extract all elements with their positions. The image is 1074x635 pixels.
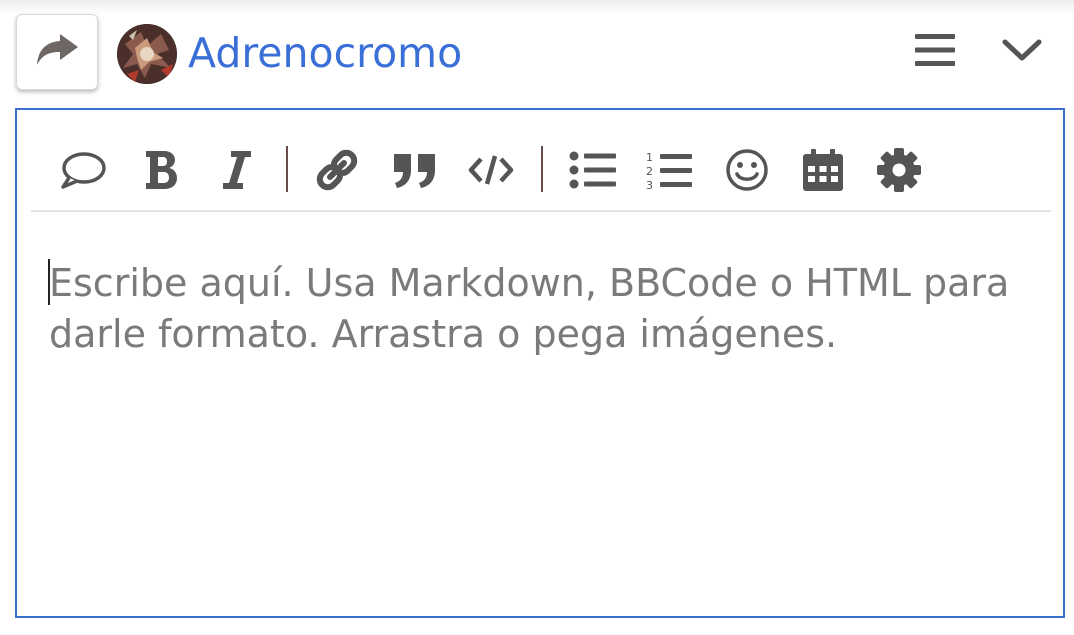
calendar-icon — [802, 148, 844, 192]
options-button[interactable] — [871, 144, 927, 196]
chevron-down-icon — [1002, 38, 1042, 66]
speech-bubble-icon — [59, 150, 107, 190]
reply-textarea[interactable] — [49, 258, 1039, 598]
collapse-button[interactable] — [996, 28, 1048, 76]
bulleted-list-icon — [569, 150, 617, 190]
composer-editor: 1 2 3 — [15, 108, 1065, 618]
svg-text:1: 1 — [646, 151, 653, 164]
emoji-icon — [725, 148, 769, 192]
toolbar-divider — [286, 146, 288, 192]
top-shadow — [0, 0, 1074, 14]
reply-share-icon — [33, 30, 81, 74]
bold-button[interactable] — [133, 144, 189, 196]
link-icon — [314, 147, 360, 193]
menu-button[interactable] — [910, 28, 960, 76]
hamburger-menu-icon — [915, 33, 955, 71]
reply-button[interactable] — [16, 14, 98, 90]
numbered-list-button[interactable]: 1 2 3 — [641, 144, 697, 196]
bold-icon — [143, 149, 179, 191]
svg-text:2: 2 — [646, 165, 653, 178]
numbered-list-icon: 1 2 3 — [645, 149, 693, 191]
date-button[interactable] — [795, 144, 851, 196]
link-button[interactable] — [309, 144, 365, 196]
italic-button[interactable] — [209, 144, 265, 196]
code-button[interactable] — [463, 144, 519, 196]
avatar[interactable] — [117, 24, 177, 84]
emoji-button[interactable] — [719, 144, 775, 196]
gear-icon — [876, 147, 922, 193]
bulleted-list-button[interactable] — [565, 144, 621, 196]
quote-icon — [392, 150, 438, 190]
italic-icon — [221, 149, 253, 191]
toolbar-divider — [541, 146, 543, 192]
quote-reply-button[interactable] — [55, 144, 111, 196]
formatting-toolbar: 1 2 3 — [31, 124, 1051, 212]
text-cursor — [48, 259, 50, 305]
username-link[interactable]: Adrenocromo — [188, 26, 462, 80]
svg-text:3: 3 — [646, 179, 653, 191]
blockquote-button[interactable] — [387, 144, 443, 196]
code-icon — [468, 153, 514, 187]
